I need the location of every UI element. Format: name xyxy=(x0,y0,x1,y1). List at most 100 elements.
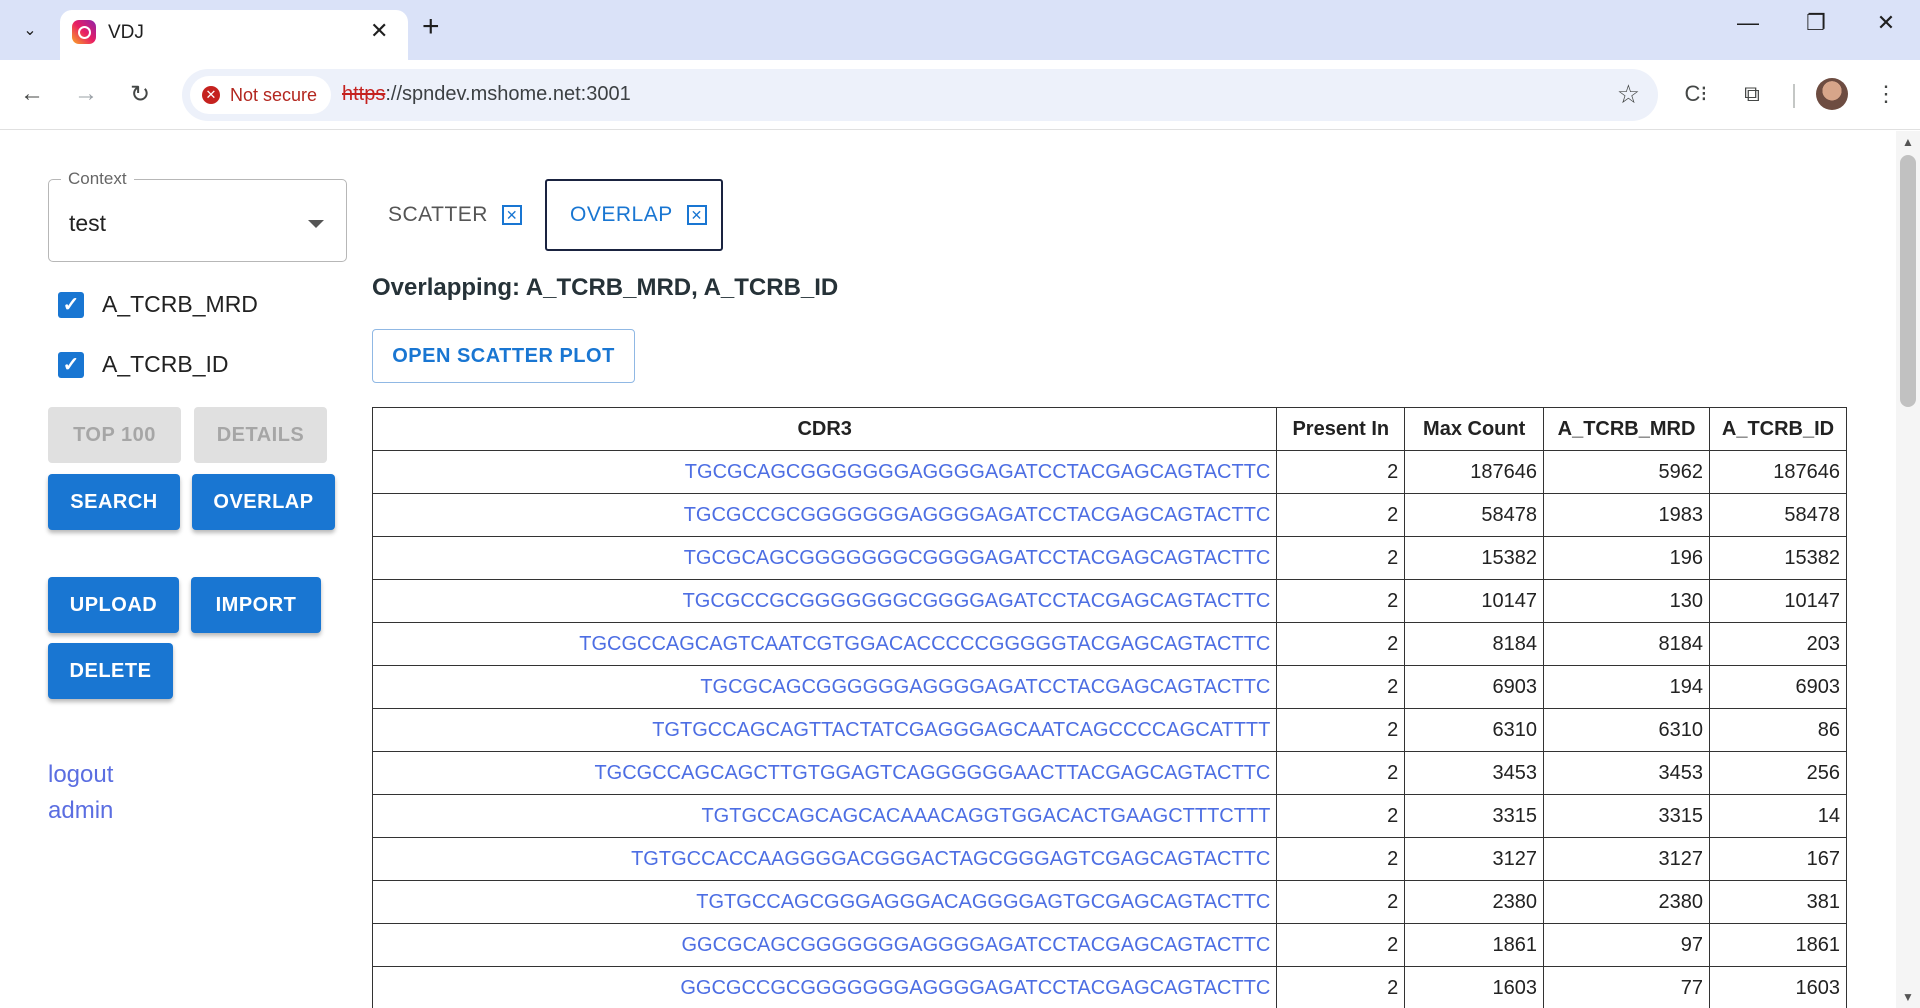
table-row: TGCGCCGCGGGGGGGAGGGGAGATCCTACGAGCAGTACTT… xyxy=(371,493,1847,537)
column-header-present-in[interactable]: Present In xyxy=(1276,407,1406,451)
id-count-cell: 167 xyxy=(1709,837,1847,881)
upload-button[interactable]: UPLOAD xyxy=(48,577,179,633)
id-count-cell: 203 xyxy=(1709,622,1847,666)
bookmark-star-icon[interactable]: ☆ xyxy=(1617,79,1640,110)
details-button[interactable]: DETAILS xyxy=(194,407,327,463)
column-header-cdr3[interactable]: CDR3 xyxy=(371,407,1278,451)
window-close-button[interactable]: ✕ xyxy=(1866,10,1906,36)
back-button[interactable]: ← xyxy=(12,74,52,114)
close-icon[interactable]: ✕ xyxy=(370,18,388,44)
cdr3-cell[interactable]: TGCGCCAGCAGCTTGTGGAGTCAGGGGGGAACTTACGAGC… xyxy=(371,751,1278,795)
restore-button[interactable]: ❐ xyxy=(1796,10,1836,36)
reload-button[interactable]: ↻ xyxy=(120,74,160,114)
column-header-mrd[interactable]: A_TCRB_MRD xyxy=(1543,407,1710,451)
caret-down-icon xyxy=(308,220,324,228)
id-count-cell: 10147 xyxy=(1709,579,1847,623)
forward-button[interactable]: → xyxy=(66,74,106,114)
open-scatter-plot-button[interactable]: OPEN SCATTER PLOT xyxy=(372,329,635,383)
minimize-button[interactable]: — xyxy=(1728,10,1768,36)
delete-button[interactable]: DELETE xyxy=(48,643,173,699)
mrd-count-cell: 196 xyxy=(1543,536,1710,580)
table-row: TGCGCAGCGGGGGGAGGGGAGATCCTACGAGCAGTACTTC… xyxy=(371,665,1847,709)
cdr3-cell[interactable]: TGCGCCAGCAGTCAATCGTGGACACCCCCGGGGGTACGAG… xyxy=(371,622,1278,666)
cdr3-cell[interactable]: TGCGCAGCGGGGGGGCGGGGAGATCCTACGAGCAGTACTT… xyxy=(371,536,1278,580)
checkbox-label: A_TCRB_MRD xyxy=(102,291,258,317)
max-count-cell: 187646 xyxy=(1404,450,1545,494)
browser-tab[interactable]: VDJ ✕ xyxy=(60,10,408,60)
checkbox-row-mrd[interactable]: ✓ A_TCRB_MRD xyxy=(58,291,258,318)
tab-overlap[interactable]: OVERLAP ✕ xyxy=(545,179,723,251)
page-content: Context test ✓ A_TCRB_MRD ✓ A_TCRB_ID TO… xyxy=(0,131,1896,1008)
tab-scatter[interactable]: SCATTER ✕ xyxy=(388,179,522,251)
checkbox-row-id[interactable]: ✓ A_TCRB_ID xyxy=(58,351,229,378)
present-in-cell: 2 xyxy=(1276,966,1406,1008)
column-header-max-count[interactable]: Max Count xyxy=(1404,407,1545,451)
table-header-row: CDR3 Present In Max Count A_TCRB_MRD A_T… xyxy=(371,407,1847,451)
logout-link[interactable]: logout xyxy=(48,761,113,789)
top-100-button[interactable]: TOP 100 xyxy=(48,407,181,463)
mrd-count-cell: 77 xyxy=(1543,966,1710,1008)
table-row: TGTGCCAGCAGTTACTATCGAGGGAGCAATCAGCCCCAGC… xyxy=(371,708,1847,752)
import-button[interactable]: IMPORT xyxy=(191,577,321,633)
cdr3-cell[interactable]: TGTGCCAGCGGGAGGGACAGGGGAGTGCGAGCAGTACTTC xyxy=(371,880,1278,924)
kebab-menu-icon[interactable]: ⋮ xyxy=(1866,74,1906,114)
extension-c-icon[interactable]: C⁝ xyxy=(1676,74,1716,114)
security-chip[interactable]: ✕ Not secure xyxy=(190,76,332,114)
present-in-cell: 2 xyxy=(1276,708,1406,752)
max-count-cell: 10147 xyxy=(1404,579,1545,623)
url-host: ://spndev.mshome.net:3001 xyxy=(385,83,631,105)
id-count-cell: 14 xyxy=(1709,794,1847,838)
search-button[interactable]: SEARCH xyxy=(48,474,180,530)
cdr3-cell[interactable]: TGCGCAGCGGGGGGAGGGGAGATCCTACGAGCAGTACTTC xyxy=(371,665,1278,709)
mrd-count-cell: 8184 xyxy=(1543,622,1710,666)
cdr3-cell[interactable]: TGCGCCGCGGGGGGGCGGGGAGATCCTACGAGCAGTACTT… xyxy=(371,579,1278,623)
checkbox-checked-icon[interactable]: ✓ xyxy=(58,291,84,318)
scrollbar-thumb[interactable] xyxy=(1900,155,1916,407)
scroll-down-arrow-icon[interactable]: ▼ xyxy=(1902,990,1914,1004)
plus-icon: + xyxy=(422,10,440,43)
max-count-cell: 8184 xyxy=(1404,622,1545,666)
max-count-cell: 1603 xyxy=(1404,966,1545,1008)
context-label: Context xyxy=(61,169,134,189)
extensions-puzzle-icon[interactable]: ⧉ xyxy=(1732,74,1772,114)
close-icon: ✕ xyxy=(1876,10,1896,35)
context-select[interactable]: Context test xyxy=(48,169,347,262)
tab-overlap-label: OVERLAP xyxy=(570,203,673,226)
present-in-cell: 2 xyxy=(1276,450,1406,494)
scroll-up-arrow-icon[interactable]: ▲ xyxy=(1902,135,1914,149)
max-count-cell: 2380 xyxy=(1404,880,1545,924)
cdr3-cell[interactable]: TGTGCCAGCAGCACAAACAGGTGGACACTGAAGCTTTCTT… xyxy=(371,794,1278,838)
tab-search-button[interactable]: ⌄ xyxy=(10,12,50,48)
overlap-table: CDR3 Present In Max Count A_TCRB_MRD A_T… xyxy=(371,407,1847,1008)
new-tab-button[interactable]: + xyxy=(422,10,440,44)
cdr3-cell[interactable]: GGCGCCGCGGGGGGGAGGGGAGATCCTACGAGCAGTACTT… xyxy=(371,966,1278,1008)
id-count-cell: 1603 xyxy=(1709,966,1847,1008)
context-value: test xyxy=(69,210,107,236)
column-header-id[interactable]: A_TCRB_ID xyxy=(1709,407,1847,451)
page-scrollbar[interactable]: ▲ ▼ xyxy=(1896,131,1920,1008)
minimize-icon: — xyxy=(1737,10,1759,35)
cdr3-cell[interactable]: TGTGCCACCAAGGGGACGGGACTAGCGGGAGTCGAGCAGT… xyxy=(371,837,1278,881)
profile-avatar[interactable] xyxy=(1816,78,1848,110)
present-in-cell: 2 xyxy=(1276,880,1406,924)
id-count-cell: 86 xyxy=(1709,708,1847,752)
close-tab-icon[interactable]: ✕ xyxy=(686,205,707,225)
admin-link[interactable]: admin xyxy=(48,797,113,825)
page-title: Overlapping: A_TCRB_MRD, A_TCRB_ID xyxy=(372,274,839,301)
cdr3-cell[interactable]: TGCGCCGCGGGGGGGAGGGGAGATCCTACGAGCAGTACTT… xyxy=(371,493,1278,537)
mrd-count-cell: 2380 xyxy=(1543,880,1710,924)
address-bar[interactable]: ✕ Not secure https://spndev.mshome.net:3… xyxy=(182,69,1658,121)
cdr3-cell[interactable]: GGCGCAGCGGGGGGGAGGGGAGATCCTACGAGCAGTACTT… xyxy=(371,923,1278,967)
close-tab-icon[interactable]: ✕ xyxy=(501,205,522,225)
cdr3-cell[interactable]: TGTGCCAGCAGTTACTATCGAGGGAGCAATCAGCCCCAGC… xyxy=(371,708,1278,752)
url-text[interactable]: https://spndev.mshome.net:3001 xyxy=(342,83,631,106)
id-count-cell: 381 xyxy=(1709,880,1847,924)
overlap-button[interactable]: OVERLAP xyxy=(192,474,335,530)
table-row: TGCGCAGCGGGGGGGAGGGGAGATCCTACGAGCAGTACTT… xyxy=(371,450,1847,494)
max-count-cell: 6903 xyxy=(1404,665,1545,709)
toolbar-divider xyxy=(1793,84,1795,108)
checkbox-checked-icon[interactable]: ✓ xyxy=(58,351,84,378)
cdr3-cell[interactable]: TGCGCAGCGGGGGGGAGGGGAGATCCTACGAGCAGTACTT… xyxy=(371,450,1278,494)
present-in-cell: 2 xyxy=(1276,665,1406,709)
max-count-cell: 6310 xyxy=(1404,708,1545,752)
